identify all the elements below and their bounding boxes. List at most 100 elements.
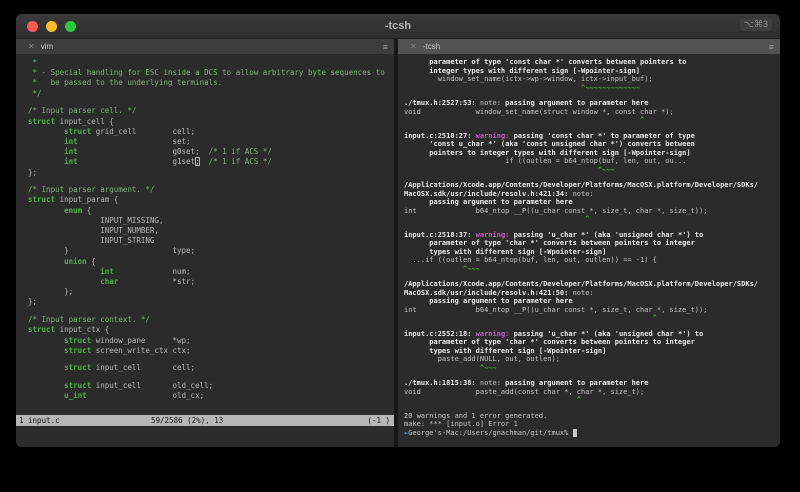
terminal-line: passing argument to parameter here (404, 198, 573, 206)
terminal-line: passing argument to parameter here (404, 297, 573, 305)
terminal-line: int g1set; /* 1 if ACS */ (64, 157, 272, 167)
terminal-line: 'const u_char *' (aka 'const unsigned ch… (404, 140, 695, 148)
terminal-line: }; (28, 297, 38, 307)
terminal-line: void window_set_name(struct window *, co… (404, 107, 674, 116)
vim-buffer[interactable]: * * - Special handling for ESC inside a … (16, 55, 394, 415)
terminal-line: input.c:2518:27: warning: passing 'const… (404, 131, 695, 140)
terminal-line: }; (28, 287, 74, 297)
traffic-lights (16, 20, 76, 32)
terminal-line: pointers to integer types with different… (404, 148, 691, 157)
terminal-line: ^~~~ (404, 264, 480, 273)
terminal-line: MacOSX.sdk/usr/include/resolv.h:421:34: … (404, 189, 594, 198)
terminal-line: u_int old_cx; (64, 391, 205, 401)
terminal-line: parameter of type 'char *' converts betw… (404, 239, 695, 247)
terminal-line: /* Input parser argument. */ (28, 185, 155, 195)
terminal-line: */ (28, 88, 42, 98)
terminal-line: union { (64, 256, 96, 266)
pane-shell-title: -tcsh (422, 42, 441, 51)
terminal-line: struct input_cell cell; (64, 363, 196, 373)
terminal-line: struct input_cell old_cell; (64, 381, 214, 391)
terminal-line: integer types with different sign [-Wpoi… (404, 66, 641, 75)
hamburger-menu-icon[interactable]: ≡ (769, 42, 774, 52)
terminal-line: int set; (64, 136, 191, 146)
terminal-line: window_set_name(ictx->wp->window, ictx->… (404, 75, 653, 83)
vim-status-position: 59/2586 (2%), 13 (151, 416, 224, 425)
terminal-line: void paste_add(const char *, char *, siz… (404, 387, 645, 396)
terminal-line: enum { (64, 205, 92, 215)
close-button[interactable] (27, 20, 38, 32)
terminal-line: 20 warnings and 1 error generated. (404, 411, 548, 420)
terminal-line: ^ (404, 396, 582, 404)
window-titlebar[interactable]: -tcsh ⌥⌘3 (16, 14, 780, 39)
window-title: -tcsh (384, 20, 412, 32)
terminal-line: /Applications/Xcode.app/Contents/Develop… (404, 181, 759, 189)
terminal-line: paste_add(NULL, out, outlen); (404, 355, 560, 363)
terminal-line: ^~~~~~~~~~~~~~ (404, 83, 641, 92)
terminal-line: input.c:2518:37: warning: passing 'u_cha… (404, 230, 704, 239)
split-panes: ✕ vim ≡ * * - Special handling for ESC i… (16, 39, 780, 447)
terminal-line: INPUT_MISSING, (28, 215, 164, 225)
terminal-line: char *str; (100, 277, 196, 287)
terminal-line: parameter of type 'const char *' convert… (404, 58, 687, 66)
vim-status-right: (-1 ) (367, 416, 390, 425)
terminal-line: ...if ((outlen = b64_ntop(buf, len, out,… (404, 256, 657, 264)
terminal-line: * be passed to the underlying terminals. (28, 78, 223, 88)
hamburger-menu-icon[interactable]: ≡ (383, 42, 388, 52)
terminal-line: int b64_ntop __P((u_char const *, size_t… (404, 206, 708, 215)
terminal-line: struct input_cell { (28, 116, 114, 126)
terminal-line: }; (28, 167, 38, 177)
terminal-line: int b64_ntop __P((u_char const *, size_t… (404, 305, 708, 314)
shell-output[interactable]: parameter of type 'const char *' convert… (398, 55, 780, 447)
terminal-line: ^~~~ (404, 363, 497, 372)
terminal-line: int g0set; /* 1 if ACS */ (64, 147, 272, 157)
terminal-line: * (28, 58, 38, 67)
terminal-line: types with different sign [-Wpointer-sig… (404, 346, 607, 355)
terminal-line: struct grid_cell cell; (64, 126, 196, 136)
vim-empty-area (16, 426, 394, 447)
terminal-line: MacOSX.sdk/usr/include/resolv.h:421:50: … (404, 288, 594, 297)
terminal-line: ^~~~ (404, 165, 615, 174)
zoom-button[interactable] (65, 20, 76, 32)
terminal-line: * - Special handling for ESC inside a DC… (28, 68, 385, 78)
terminal-line: /* Input parser context. */ (28, 315, 150, 325)
terminal-line: make: *** [input.o] Error 1 (404, 420, 518, 428)
terminal-line: input.c:2552:18: warning: passing 'u_cha… (404, 329, 704, 338)
terminal-line: struct input_param { (28, 195, 119, 205)
terminal-line: ^ (404, 116, 645, 124)
terminal-line: ^ (404, 215, 590, 223)
terminal-line: struct window_pane *wp; (64, 335, 191, 345)
terminal-line: struct screen_write_ctx ctx; (64, 345, 191, 355)
tab-shortcut-badge: ⌥⌘3 (739, 18, 772, 31)
terminal-window: -tcsh ⌥⌘3 ✕ vim ≡ * * - Special handling… (16, 14, 780, 447)
pane-shell[interactable]: ✕ -tcsh ≡ parameter of type 'const char … (398, 39, 780, 447)
terminal-line: ▸George's-Mac:/Users/gnachman/git/tmux% (404, 428, 780, 438)
terminal-line: parameter of type 'char *' converts betw… (404, 338, 695, 346)
pane-vim-title: vim (40, 42, 54, 51)
terminal-line: ./tmux.h:2527:53: note: passing argument… (404, 99, 649, 107)
minimize-button[interactable] (46, 20, 57, 32)
close-pane-icon[interactable]: ✕ (410, 42, 417, 51)
terminal-line: /Applications/Xcode.app/Contents/Develop… (404, 280, 759, 288)
terminal-line: int num; (100, 266, 191, 276)
terminal-line: types with different sign [-Wpointer-sig… (404, 247, 607, 256)
vim-status-filename: 1 input.c (19, 416, 60, 425)
terminal-line: /* Input parser cell. */ (28, 106, 137, 116)
terminal-line: struct input_ctx { (28, 325, 110, 335)
close-pane-icon[interactable]: ✕ (28, 42, 35, 51)
pane-shell-titlebar[interactable]: ✕ -tcsh ≡ (398, 39, 780, 55)
terminal-line: } type; (28, 246, 196, 256)
desktop: -tcsh ⌥⌘3 ✕ vim ≡ * * - Special handling… (0, 0, 800, 492)
vim-statusline: 1 input.c 59/2586 (2%), 13 (-1 ) (16, 415, 394, 426)
pane-vim-titlebar[interactable]: ✕ vim ≡ (16, 39, 394, 55)
pane-vim[interactable]: ✕ vim ≡ * * - Special handling for ESC i… (16, 39, 394, 447)
